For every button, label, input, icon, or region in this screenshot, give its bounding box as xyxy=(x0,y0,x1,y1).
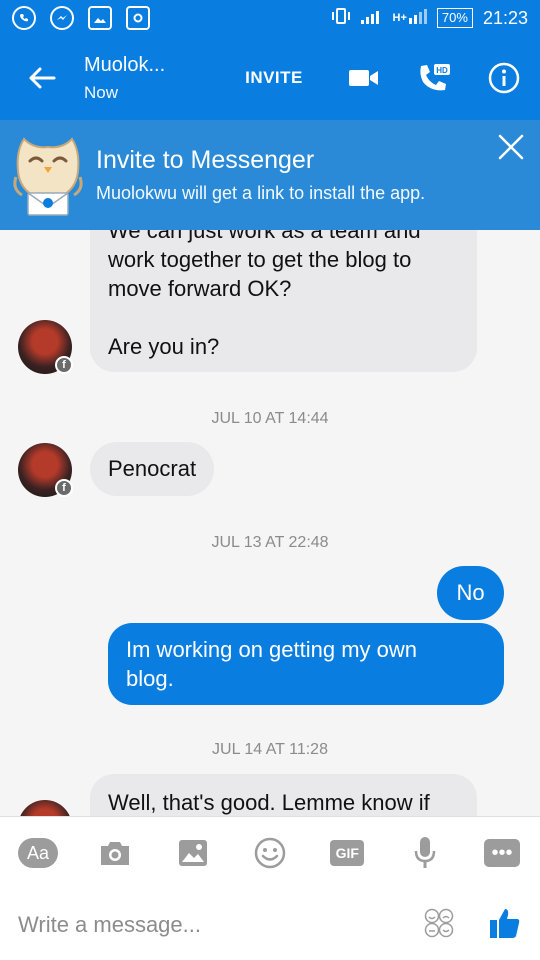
image-icon xyxy=(178,840,207,866)
message-input[interactable] xyxy=(18,912,424,938)
incoming-message[interactable]: Penocrat xyxy=(90,442,215,496)
outgoing-message[interactable]: No xyxy=(437,566,504,620)
more-options-button[interactable]: ••• xyxy=(482,833,522,873)
contact-info[interactable]: Muolok... Now xyxy=(84,54,219,103)
contact-avatar[interactable]: f xyxy=(18,320,73,374)
signal-icon xyxy=(360,8,383,29)
message-text: Penocrat xyxy=(108,456,197,481)
close-banner-button[interactable] xyxy=(496,132,526,162)
message-line: Well, that's good. Lemme know if xyxy=(108,790,430,815)
gif-label: GIF xyxy=(330,840,365,866)
outgoing-message[interactable]: Im working on getting my own blog. xyxy=(108,623,504,705)
invite-banner[interactable]: Invite to Messenger Muolokwu will get a … xyxy=(0,120,540,230)
invite-button[interactable]: INVITE xyxy=(219,68,329,88)
owl-mascot-icon xyxy=(0,131,96,219)
hd-label: HD xyxy=(436,66,448,75)
incoming-message[interactable]: Well, that's good. Lemme know if xyxy=(90,774,477,816)
gallery-icon xyxy=(88,6,112,30)
message-line: Im working on getting my own xyxy=(126,637,418,662)
incoming-message[interactable]: We can just work as a team and work toge… xyxy=(90,230,477,372)
timestamp: JUL 13 AT 22:48 xyxy=(211,534,329,551)
timestamp: JUL 14 AT 11:28 xyxy=(212,741,328,758)
phone-hd-icon: HD xyxy=(420,64,450,91)
voice-button[interactable] xyxy=(405,833,445,873)
contact-avatar[interactable] xyxy=(18,800,72,816)
status-bar: H+ 70% 21:23 xyxy=(0,0,540,36)
stickers-button[interactable] xyxy=(424,908,454,943)
message-line: We can just work as a team and xyxy=(108,230,421,243)
text-format-button[interactable]: Aa xyxy=(18,833,58,873)
message-line: Are you in? xyxy=(108,334,220,359)
composer: Aa GIF ••• xyxy=(0,816,540,960)
back-button[interactable] xyxy=(0,66,84,90)
smiley-icon xyxy=(254,837,286,869)
signal-icon-2 xyxy=(408,8,427,29)
message-text: No xyxy=(456,580,485,605)
info-button[interactable] xyxy=(469,62,539,94)
message-line: work together to get the blog to xyxy=(108,247,412,272)
message-line: move forward OK? xyxy=(108,276,292,301)
video-camera-icon xyxy=(349,70,378,86)
chat-header: Muolok... Now INVITE HD xyxy=(0,36,540,120)
message-line: blog. xyxy=(126,666,174,691)
contact-status: Now xyxy=(84,82,119,102)
facebook-badge-icon: f xyxy=(55,479,73,497)
system-status: H+ 70% 21:23 xyxy=(331,7,528,30)
microphone-icon xyxy=(414,837,435,868)
audio-call-button[interactable]: HD xyxy=(399,62,469,94)
arrow-left-icon xyxy=(29,67,56,89)
gallery-button[interactable] xyxy=(173,833,213,873)
facebook-badge-icon: f xyxy=(55,356,73,374)
gif-button[interactable]: GIF xyxy=(327,833,367,873)
like-button[interactable] xyxy=(488,906,522,945)
banner-title: Invite to Messenger xyxy=(96,146,315,174)
camera-button[interactable] xyxy=(95,833,135,873)
thumbs-up-icon xyxy=(490,908,520,938)
emoji-button[interactable] xyxy=(250,833,290,873)
camera-icon xyxy=(101,842,130,865)
contact-name: Muolok... xyxy=(84,53,166,76)
clock: 21:23 xyxy=(482,7,528,28)
whatsapp-icon xyxy=(12,6,36,30)
composer-toolbar: Aa GIF ••• xyxy=(0,817,540,889)
contact-avatar[interactable]: f xyxy=(18,443,73,497)
close-icon xyxy=(498,134,524,160)
message-input-row xyxy=(0,889,540,960)
timestamp: JUL 10 AT 14:44 xyxy=(211,410,329,427)
banner-text: Invite to Messenger Muolokwu will get a … xyxy=(96,146,540,204)
info-icon xyxy=(488,62,520,94)
notification-icons xyxy=(12,6,150,30)
message-thread[interactable]: We can just work as a team and work toge… xyxy=(0,230,540,816)
vibrate-icon xyxy=(331,7,351,30)
messenger-icon xyxy=(50,6,74,30)
instagram-icon xyxy=(126,6,150,30)
banner-subtitle: Muolokwu will get a link to install the … xyxy=(96,183,426,203)
stickers-icon xyxy=(424,908,454,937)
video-call-button[interactable] xyxy=(329,68,399,88)
aa-label: Aa xyxy=(18,838,58,868)
network-type: H+ xyxy=(392,12,407,24)
more-dots-icon: ••• xyxy=(483,839,520,867)
battery-indicator: 70% xyxy=(436,8,473,28)
